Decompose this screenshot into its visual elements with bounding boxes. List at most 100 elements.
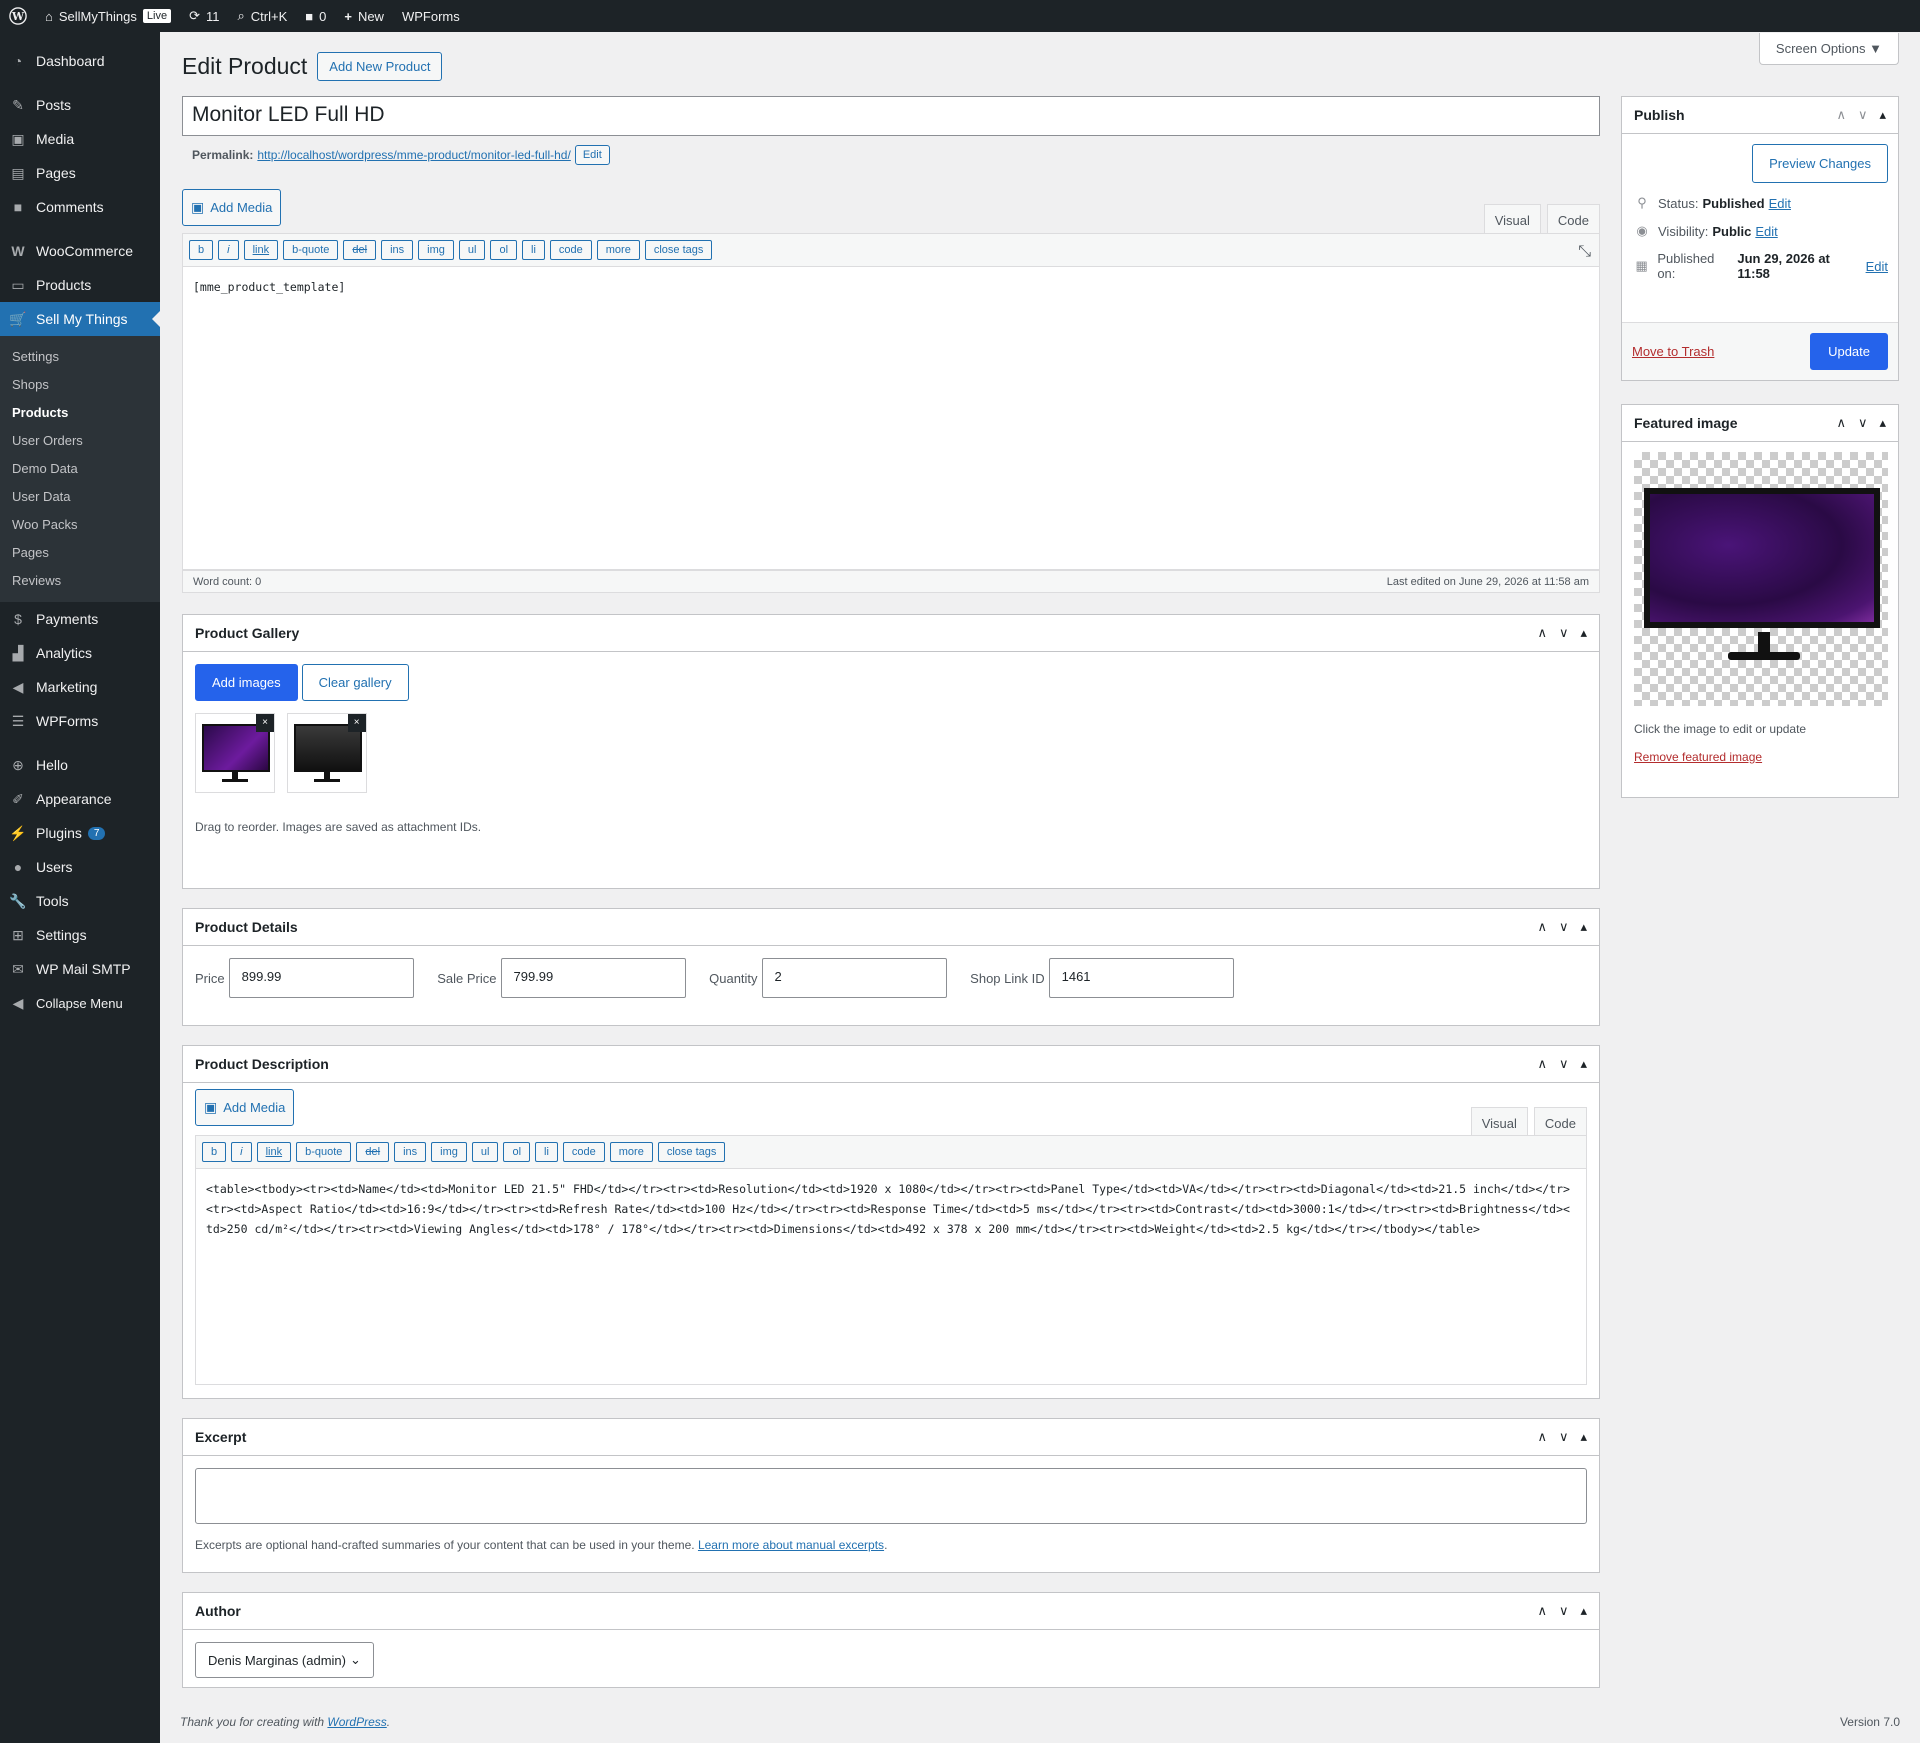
qt-bold-button[interactable]: b: [189, 240, 214, 260]
site-name-link[interactable]: ⌂ SellMyThings Live: [36, 0, 180, 32]
quantity-input[interactable]: 2: [761, 958, 947, 998]
gallery-thumb[interactable]: ×: [195, 713, 275, 793]
submenu-settings[interactable]: Settings: [0, 343, 160, 371]
move-up-icon[interactable]: ∧: [1537, 625, 1547, 641]
sale-price-input[interactable]: 799.99: [500, 958, 686, 998]
add-media-button[interactable]: ▣ Add Media: [182, 189, 282, 226]
add-new-product-button[interactable]: Add New Product: [317, 52, 443, 81]
move-to-trash-link[interactable]: Move to Trash: [1632, 344, 1714, 359]
menu-posts[interactable]: ✎ Posts: [0, 88, 160, 122]
qt-ins-button[interactable]: ins: [381, 240, 414, 260]
toggle-panel-icon[interactable]: ▴: [1580, 1429, 1587, 1445]
submenu-demo-data[interactable]: Demo Data: [0, 455, 160, 483]
preview-changes-button[interactable]: Preview Changes: [1752, 144, 1888, 183]
qt-ins-button[interactable]: ins: [394, 1142, 427, 1162]
submenu-user-orders[interactable]: User Orders: [0, 427, 160, 455]
move-up-icon[interactable]: ∧: [1537, 1056, 1547, 1072]
command-palette-link[interactable]: ⌕ Ctrl+K: [228, 0, 296, 32]
move-up-icon[interactable]: ∧: [1836, 415, 1846, 431]
remove-image-icon[interactable]: ×: [347, 714, 366, 732]
menu-comments[interactable]: ■ Comments: [0, 190, 160, 224]
clear-gallery-button[interactable]: Clear gallery: [301, 664, 409, 701]
move-down-icon[interactable]: ∨: [1559, 919, 1569, 935]
wordpress-link[interactable]: WordPress: [327, 1715, 386, 1729]
fullscreen-icon[interactable]: ⤡: [1578, 243, 1591, 261]
qt-code-button[interactable]: code: [549, 240, 592, 260]
qt-ul-button[interactable]: ul: [471, 1142, 499, 1162]
move-down-icon[interactable]: ∨: [1559, 625, 1569, 641]
wpforms-link[interactable]: WPForms: [393, 0, 469, 32]
gallery-thumb[interactable]: ×: [286, 713, 367, 793]
permalink-link[interactable]: http://localhost/wordpress/mme-product/m…: [257, 148, 570, 162]
wordpress-logo-icon[interactable]: W: [0, 0, 36, 32]
qt-ol-button[interactable]: ol: [503, 1142, 531, 1162]
visibility-edit-link[interactable]: Edit: [1755, 224, 1777, 239]
menu-hello[interactable]: ⊕ Hello: [0, 748, 160, 782]
update-button[interactable]: Update: [1810, 333, 1888, 370]
learn-more-excerpts-link[interactable]: Learn more about manual excerpts: [698, 1538, 884, 1552]
menu-wpforms[interactable]: ☰ WPForms: [0, 704, 160, 738]
menu-users[interactable]: ● Users: [0, 850, 160, 884]
add-images-button[interactable]: Add images: [195, 664, 298, 701]
menu-products[interactable]: ▭ Products: [0, 268, 160, 302]
collapse-menu-button[interactable]: ◀ Collapse Menu: [0, 986, 160, 1020]
permalink-edit-button[interactable]: Edit: [574, 145, 610, 165]
qt-del-button[interactable]: del: [356, 1142, 390, 1162]
content-textarea[interactable]: [mme_product_template]: [182, 267, 1600, 570]
author-select[interactable]: Denis Marginas (admin) ⌄: [195, 1642, 374, 1678]
menu-pages[interactable]: ▤ Pages: [0, 156, 160, 190]
qt-bold-button[interactable]: b: [202, 1142, 227, 1162]
remove-featured-image-link[interactable]: Remove featured image: [1634, 750, 1886, 764]
qt-bquote-button[interactable]: b-quote: [296, 1142, 352, 1162]
qt-del-button[interactable]: del: [343, 240, 377, 260]
submenu-reviews[interactable]: Reviews: [0, 567, 160, 595]
toggle-panel-icon[interactable]: ▴: [1580, 1056, 1587, 1072]
status-edit-link[interactable]: Edit: [1769, 196, 1791, 211]
shop-link-id-input[interactable]: 1461: [1048, 958, 1234, 998]
product-title-input[interactable]: Monitor LED Full HD: [182, 96, 1600, 136]
qt-more-button[interactable]: more: [596, 240, 640, 260]
toggle-panel-icon[interactable]: ▴: [1580, 1603, 1587, 1619]
toggle-panel-icon[interactable]: ▴: [1879, 415, 1886, 431]
menu-sell-my-things[interactable]: 🛒 Sell My Things: [0, 302, 160, 336]
move-down-icon[interactable]: ∨: [1559, 1429, 1569, 1445]
qt-close-tags-button[interactable]: close tags: [644, 240, 713, 260]
qt-img-button[interactable]: img: [418, 240, 454, 260]
qt-close-tags-button[interactable]: close tags: [657, 1142, 726, 1162]
menu-settings[interactable]: ⊞ Settings: [0, 918, 160, 952]
tab-code[interactable]: Code: [1546, 204, 1600, 236]
updates-link[interactable]: ⟳ 11: [180, 0, 228, 32]
submenu-pages[interactable]: Pages: [0, 539, 160, 567]
submenu-shops[interactable]: Shops: [0, 371, 160, 399]
menu-woocommerce[interactable]: W WooCommerce: [0, 234, 160, 268]
qt-bquote-button[interactable]: b-quote: [283, 240, 339, 260]
move-down-icon[interactable]: ∨: [1858, 107, 1868, 123]
remove-image-icon[interactable]: ×: [256, 714, 274, 732]
toggle-panel-icon[interactable]: ▴: [1879, 107, 1886, 123]
submenu-user-data[interactable]: User Data: [0, 483, 160, 511]
move-down-icon[interactable]: ∨: [1858, 415, 1868, 431]
price-input[interactable]: 899.99: [228, 958, 414, 998]
qt-italic-button[interactable]: i: [218, 240, 239, 260]
qt-img-button[interactable]: img: [431, 1142, 467, 1162]
qt-ul-button[interactable]: ul: [458, 240, 486, 260]
published-edit-link[interactable]: Edit: [1866, 259, 1888, 274]
menu-media[interactable]: ▣ Media: [0, 122, 160, 156]
qt-li-button[interactable]: li: [535, 1142, 558, 1162]
description-textarea[interactable]: <table><tbody><tr><td>Name</td><td>Monit…: [195, 1169, 1587, 1385]
qt-link-button[interactable]: link: [256, 1142, 292, 1162]
menu-plugins[interactable]: ⚡ Plugins 7: [0, 816, 160, 850]
qt-code-button[interactable]: code: [562, 1142, 605, 1162]
move-down-icon[interactable]: ∨: [1559, 1056, 1569, 1072]
toggle-panel-icon[interactable]: ▴: [1580, 625, 1587, 641]
move-up-icon[interactable]: ∧: [1537, 919, 1547, 935]
add-media-button[interactable]: ▣ Add Media: [195, 1089, 295, 1126]
submenu-woo-packs[interactable]: Woo Packs: [0, 511, 160, 539]
menu-appearance[interactable]: ✐ Appearance: [0, 782, 160, 816]
qt-link-button[interactable]: link: [243, 240, 279, 260]
comments-link[interactable]: ■ 0: [296, 0, 335, 32]
menu-analytics[interactable]: ▟ Analytics: [0, 636, 160, 670]
qt-more-button[interactable]: more: [609, 1142, 653, 1162]
excerpt-textarea[interactable]: [195, 1468, 1587, 1524]
menu-marketing[interactable]: ◀ Marketing: [0, 670, 160, 704]
